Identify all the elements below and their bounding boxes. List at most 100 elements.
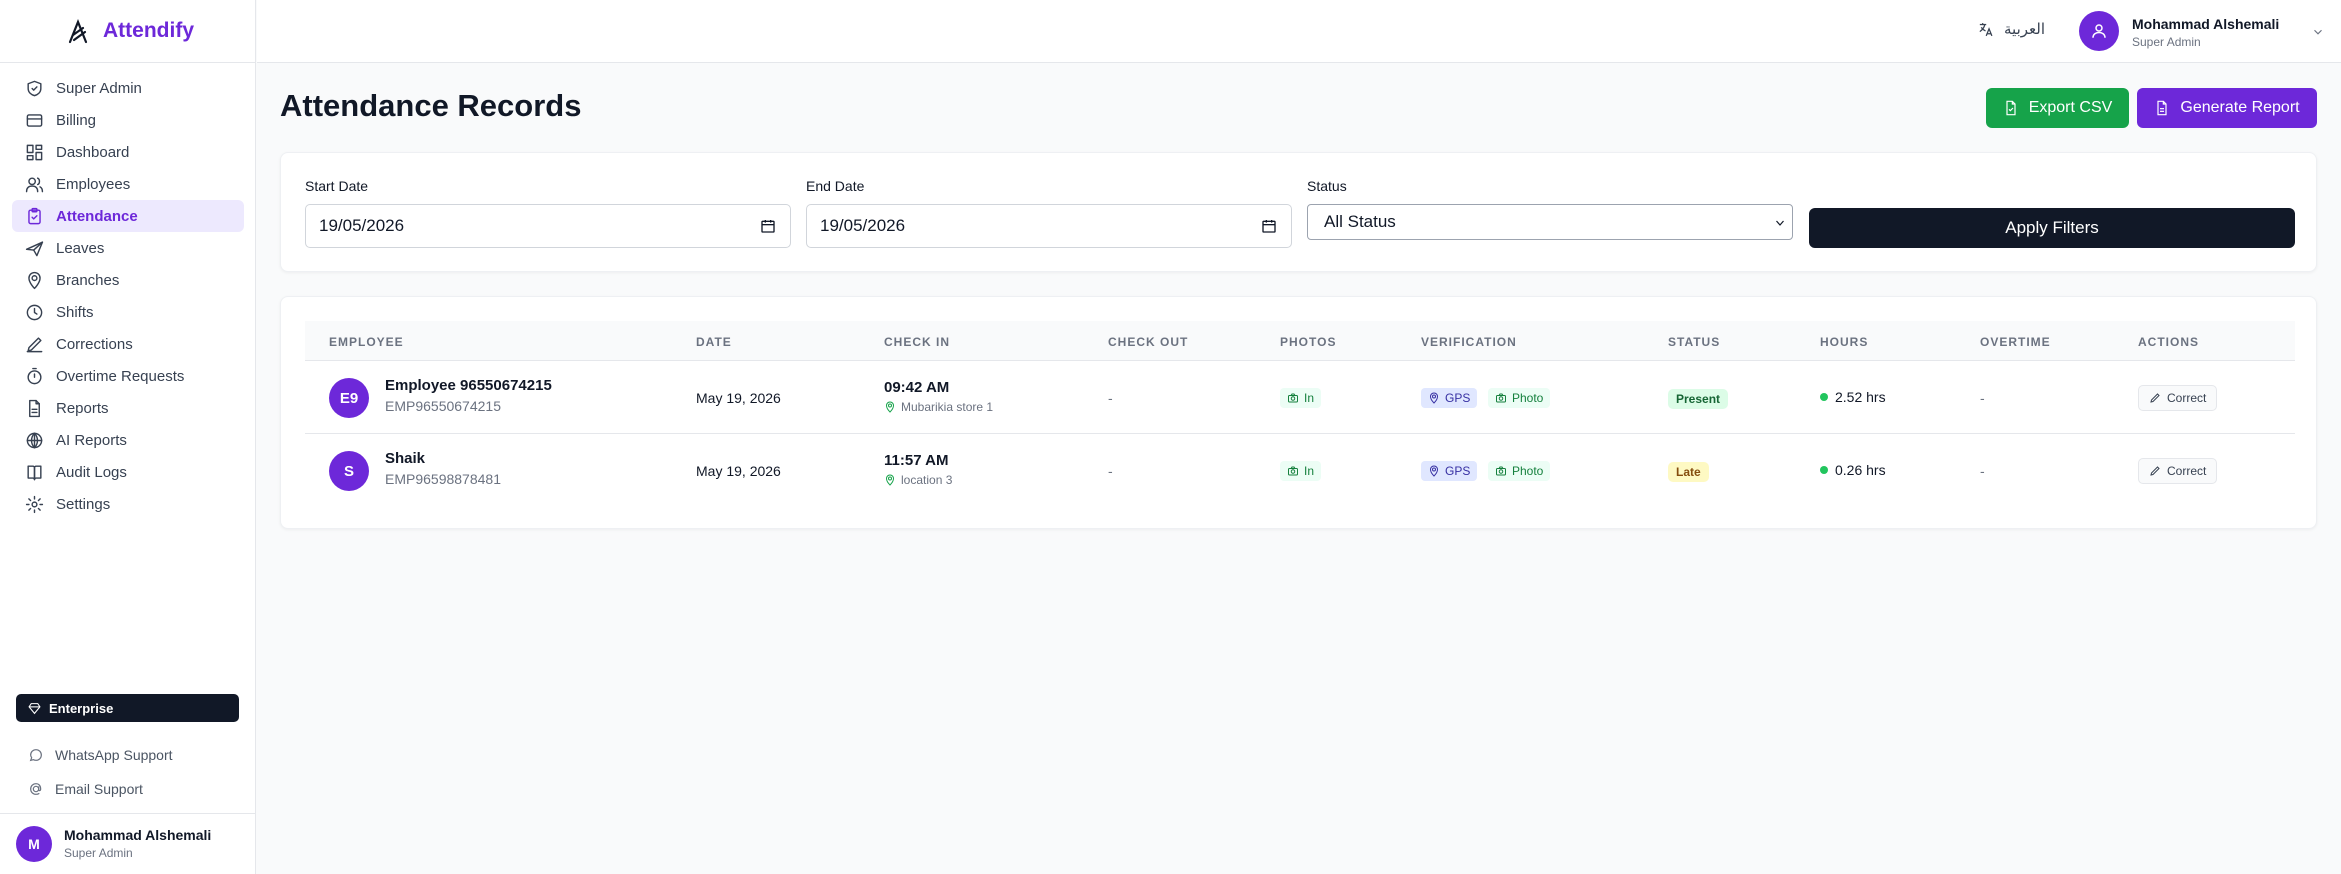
column-header-overtime: OVERTIME <box>1980 335 2051 349</box>
camera-icon <box>1496 393 1506 403</box>
map-pin-icon <box>1429 392 1439 404</box>
sidebar-item-dashboard[interactable]: Dashboard <box>12 136 244 168</box>
start-date-label: Start Date <box>305 178 369 194</box>
check-out-value: - <box>1108 463 1113 479</box>
calendar-icon[interactable] <box>760 218 776 234</box>
chevron-down-icon <box>2314 29 2322 35</box>
export-csv-button[interactable]: Export CSV <box>1986 88 2129 128</box>
table-row: E9 Employee 96550674215 EMP96550674215 M… <box>305 361 2295 434</box>
column-header-status: STATUS <box>1668 335 1721 349</box>
user-icon <box>2092 24 2106 38</box>
sidebar-item-branches[interactable]: Branches <box>12 264 244 296</box>
logo-icon <box>68 19 88 44</box>
generate-report-button[interactable]: Generate Report <box>2137 88 2317 128</box>
generate-report-label: Generate Report <box>2180 99 2300 116</box>
column-header-check-in: CHECK IN <box>884 335 951 349</box>
sidebar-item-shifts[interactable]: Shifts <box>12 296 244 328</box>
check-in-location-label: Mubarikia store 1 <box>901 400 994 414</box>
correct-button[interactable]: Correct <box>2138 458 2218 484</box>
hours-label: 2.52 hrs <box>1835 389 1886 405</box>
sidebar-item-employees[interactable]: Employees <box>12 168 244 200</box>
sidebar-item-label: Overtime Requests <box>56 367 185 385</box>
hours-status-dot <box>1820 393 1828 401</box>
sidebar-item-overtime-requests[interactable]: Overtime Requests <box>12 360 244 392</box>
employee-id: EMP96598878481 <box>385 471 501 487</box>
attendance-date: May 19, 2026 <box>696 390 781 406</box>
status-label: Status <box>1307 178 1347 194</box>
sidebar-item-label: Billing <box>56 111 97 129</box>
gps-verification-chip: GPS <box>1421 461 1478 481</box>
pencil-icon <box>2150 393 2160 403</box>
shield-check-icon <box>27 80 42 96</box>
hours-label: 0.26 hrs <box>1835 462 1886 478</box>
filter-panel: Start Date 19/05/2026 End Date 19/05/202… <box>280 152 2317 272</box>
check-in-location-label: location 3 <box>901 473 953 487</box>
gps-label: GPS <box>1445 464 1471 478</box>
column-header-employee: EMPLOYEE <box>329 335 404 349</box>
book-icon <box>27 464 42 480</box>
gps-verification-chip: GPS <box>1421 388 1478 408</box>
hours-value: 0.26 hrs <box>1820 462 1886 478</box>
table-row: S Shaik EMP96598878481 May 19, 2026 11:5… <box>305 434 2295 507</box>
sidebar-item-label: Super Admin <box>56 79 142 97</box>
sidebar-item-settings[interactable]: Settings <box>12 488 244 520</box>
pencil-icon <box>2150 466 2160 476</box>
header-user-name: Mohammad Alshemali <box>2132 16 2280 32</box>
sidebar: Attendify Super Admin Billing Dashboard … <box>0 0 256 874</box>
brain-icon <box>26 432 43 448</box>
language-switcher[interactable]: العربية <box>1977 20 2045 38</box>
whatsapp-support-link[interactable]: WhatsApp Support <box>16 740 236 770</box>
sidebar-user-name: Mohammad Alshemali <box>64 827 212 843</box>
camera-icon <box>1288 393 1298 403</box>
hours-value: 2.52 hrs <box>1820 389 1886 405</box>
column-header-check-out: CHECK OUT <box>1108 335 1189 349</box>
plane-icon <box>25 240 44 256</box>
sidebar-item-leaves[interactable]: Leaves <box>12 232 244 264</box>
sidebar-item-reports[interactable]: Reports <box>12 392 244 424</box>
check-in-time: 09:42 AM <box>884 379 950 396</box>
apply-filters-button[interactable]: Apply Filters <box>1809 208 2295 248</box>
sidebar-item-corrections[interactable]: Corrections <box>12 328 244 360</box>
column-header-hours: HOURS <box>1820 335 1869 349</box>
sidebar-nav: Super Admin Billing Dashboard Employees … <box>12 72 244 520</box>
correct-button[interactable]: Correct <box>2138 385 2218 411</box>
file-text-icon <box>2157 100 2168 116</box>
chat-bubble-icon <box>29 749 42 762</box>
correct-label: Correct <box>2167 464 2207 478</box>
gear-icon <box>25 495 44 513</box>
sidebar-item-attendance[interactable]: Attendance <box>12 200 244 232</box>
check-in-location: location 3 <box>884 473 952 487</box>
employee-name: Shaik <box>385 450 426 467</box>
sidebar-user-profile[interactable]: M Mohammad Alshemali Super Admin <box>0 813 256 874</box>
header-user-menu[interactable]: Mohammad Alshemali Super Admin <box>2079 11 2339 53</box>
camera-icon <box>1496 466 1506 476</box>
page-title: Attendance Records <box>280 88 582 123</box>
file-icon <box>2006 100 2016 116</box>
avatar: M <box>16 826 52 862</box>
map-pin-icon <box>885 474 895 486</box>
translate-icon <box>1979 22 1993 36</box>
logo[interactable]: Attendify <box>0 0 255 63</box>
end-date-input[interactable]: 19/05/2026 <box>806 204 1292 248</box>
photo-verification-chip: Photo <box>1488 388 1551 408</box>
photo-in-chip[interactable]: In <box>1280 388 1322 408</box>
sidebar-item-ai-reports[interactable]: AI Reports <box>12 424 244 456</box>
sidebar-item-label: Leaves <box>56 239 105 257</box>
sidebar-item-billing[interactable]: Billing <box>12 104 244 136</box>
email-support-link[interactable]: Email Support <box>16 774 236 804</box>
sidebar-item-super-admin[interactable]: Super Admin <box>12 72 244 104</box>
photo-in-label: In <box>1304 464 1315 478</box>
clock-icon <box>26 304 43 320</box>
pen-icon <box>26 336 43 352</box>
map-pin-icon <box>885 401 895 413</box>
photo-verification-chip: Photo <box>1488 461 1551 481</box>
status-select[interactable]: All Status <box>1307 204 1793 240</box>
sidebar-item-audit-logs[interactable]: Audit Logs <box>12 456 244 488</box>
gps-label: GPS <box>1445 391 1471 405</box>
language-label: العربية <box>2004 21 2045 38</box>
calendar-icon[interactable] <box>1261 218 1277 234</box>
photo-in-chip[interactable]: In <box>1280 461 1322 481</box>
plan-badge: Enterprise <box>16 694 239 722</box>
start-date-input[interactable]: 19/05/2026 <box>305 204 791 248</box>
plan-label: Enterprise <box>49 700 114 716</box>
